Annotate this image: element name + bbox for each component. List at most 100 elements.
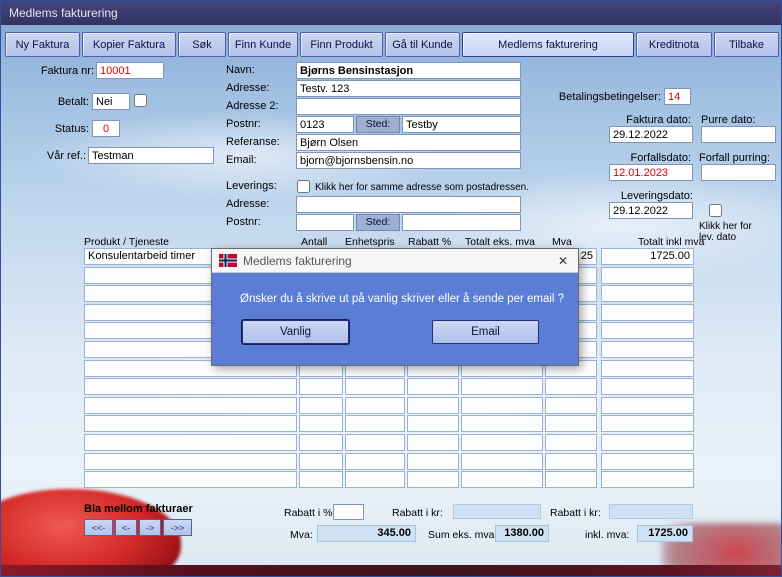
nav-last-button[interactable]: ->> — [163, 519, 192, 536]
table-cell[interactable] — [299, 378, 343, 396]
table-cell[interactable] — [545, 396, 597, 414]
vanlig-button[interactable]: Vanlig — [242, 320, 349, 344]
table-cell[interactable] — [84, 452, 297, 470]
table-cell[interactable] — [461, 452, 543, 470]
adresse-input[interactable] — [296, 80, 521, 97]
sted-input[interactable] — [402, 116, 521, 133]
delivery-sted-input[interactable] — [402, 214, 521, 231]
table-cell[interactable] — [299, 452, 343, 470]
leveringsdato-input[interactable] — [609, 202, 693, 219]
toolbar-button-finn-kunde[interactable]: Finn Kunde — [228, 32, 298, 57]
adresse2-label: Adresse 2: — [226, 100, 279, 112]
var-ref-input[interactable] — [88, 147, 214, 164]
table-cell[interactable] — [407, 433, 459, 451]
referanse-label: Referanse: — [226, 136, 280, 148]
faktura-nr-input[interactable] — [96, 62, 164, 79]
lev-dato-checkbox[interactable] — [709, 204, 722, 217]
table-cell[interactable] — [84, 396, 297, 414]
toolbar-button-ny-faktura[interactable]: Ny Faktura — [5, 32, 80, 57]
toolbar-button-finn-produkt[interactable]: Finn Produkt — [300, 32, 383, 57]
toolbar-button-medlems-fakturering[interactable]: Medlems fakturering — [462, 32, 634, 57]
referanse-input[interactable] — [296, 134, 521, 151]
status-input[interactable] — [92, 120, 120, 137]
toolbar-button-sok[interactable]: Søk — [178, 32, 226, 57]
same-address-text: Klikk her for samme adresse som postadre… — [315, 182, 529, 193]
table-cell[interactable] — [601, 378, 694, 396]
table-cell[interactable] — [84, 433, 297, 451]
table-cell[interactable] — [299, 415, 343, 433]
forfall-purring-input[interactable] — [701, 164, 776, 181]
betalt-checkbox[interactable] — [134, 94, 147, 107]
table-cell[interactable] — [407, 396, 459, 414]
table-cell[interactable] — [345, 433, 405, 451]
table-cell[interactable] — [545, 452, 597, 470]
toolbar-button-kopier-faktura[interactable]: Kopier Faktura — [82, 32, 176, 57]
table-cell[interactable] — [407, 471, 459, 489]
nav-first-button[interactable]: <<- — [84, 519, 113, 536]
table-cell[interactable] — [601, 471, 694, 489]
table-cell[interactable]: 1725.00 — [601, 248, 694, 265]
table-cell[interactable] — [407, 415, 459, 433]
close-icon[interactable]: ✕ — [548, 249, 578, 273]
table-cell[interactable] — [345, 378, 405, 396]
navn-input[interactable] — [296, 62, 521, 79]
table-cell[interactable] — [545, 415, 597, 433]
table-cell[interactable] — [601, 285, 694, 303]
rabatt-pct-input[interactable] — [333, 504, 364, 520]
table-cell[interactable] — [545, 471, 597, 489]
table-cell[interactable] — [345, 396, 405, 414]
toolbar-button-tilbake[interactable]: Tilbake — [714, 32, 779, 57]
inkl-mva-total: 1725.00 — [637, 525, 693, 542]
email-button[interactable]: Email — [432, 320, 539, 344]
delivery-adresse-input[interactable] — [296, 196, 521, 213]
table-cell[interactable] — [345, 415, 405, 433]
table-cell[interactable] — [601, 452, 694, 470]
status-label: Status: — [54, 123, 89, 135]
table-cell[interactable] — [299, 396, 343, 414]
forfall-purring-label: Forfall purring: — [699, 152, 770, 164]
table-cell[interactable] — [601, 433, 694, 451]
app-window: Medlems fakturering Ny Faktura Kopier Fa… — [0, 0, 782, 577]
same-address-checkbox[interactable] — [297, 180, 310, 193]
table-cell[interactable] — [345, 471, 405, 489]
betalt-input[interactable] — [92, 93, 130, 110]
forfallsdato-input[interactable] — [609, 164, 693, 181]
table-cell[interactable] — [601, 322, 694, 340]
table-cell[interactable] — [545, 378, 597, 396]
table-column-totalt-inkl: 1725.00 — [601, 248, 694, 490]
nav-prev-button[interactable]: <- — [115, 519, 137, 536]
table-cell[interactable] — [461, 396, 543, 414]
table-cell[interactable] — [84, 378, 297, 396]
table-cell[interactable] — [601, 359, 694, 377]
table-cell[interactable] — [461, 433, 543, 451]
table-cell[interactable] — [299, 471, 343, 489]
table-cell[interactable] — [601, 415, 694, 433]
table-cell[interactable] — [299, 433, 343, 451]
table-cell[interactable] — [601, 396, 694, 414]
delivery-postnr-input[interactable] — [296, 214, 354, 231]
toolbar-button-kreditnota[interactable]: Kreditnota — [636, 32, 712, 57]
table-cell[interactable] — [345, 452, 405, 470]
table-cell[interactable] — [84, 471, 297, 489]
faktura-dato-input[interactable] — [609, 126, 693, 143]
nav-next-button[interactable]: -> — [139, 519, 161, 536]
toolbar-button-ga-til-kunde[interactable]: Gå til Kunde — [385, 32, 460, 57]
email-input[interactable] — [296, 152, 521, 169]
table-cell[interactable] — [407, 452, 459, 470]
table-cell[interactable] — [601, 303, 694, 321]
table-cell[interactable] — [461, 415, 543, 433]
adresse2-input[interactable] — [296, 98, 521, 115]
rabatt-pct-label: Rabatt i %: — [284, 507, 336, 519]
table-cell[interactable] — [601, 266, 694, 284]
table-cell[interactable] — [545, 433, 597, 451]
postnr-input[interactable] — [296, 116, 354, 133]
betalingsbetingelser-input[interactable] — [664, 88, 691, 105]
betalingsbetingelser-label: Betalingsbetingelser: — [558, 91, 661, 103]
table-cell[interactable] — [461, 471, 543, 489]
purre-dato-input[interactable] — [701, 126, 776, 143]
col-header-rabatt: Rabatt % — [408, 236, 452, 248]
table-cell[interactable] — [407, 378, 459, 396]
table-cell[interactable] — [601, 340, 694, 358]
table-cell[interactable] — [461, 378, 543, 396]
table-cell[interactable] — [84, 415, 297, 433]
